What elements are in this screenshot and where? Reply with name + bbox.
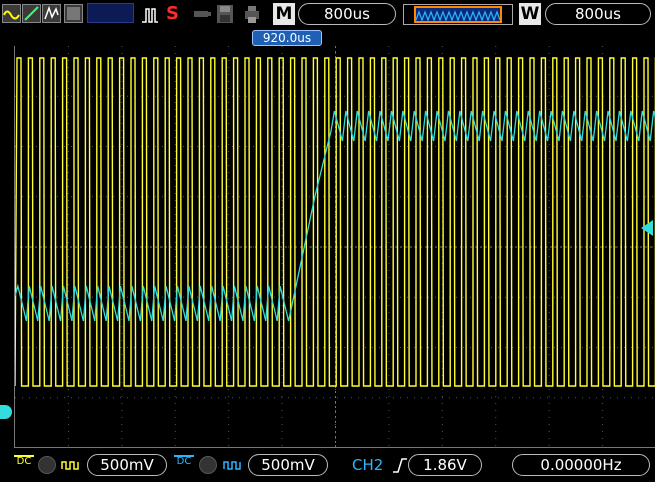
trigger-position-label: 920.0us: [252, 30, 322, 46]
window-timebase-display[interactable]: 800us: [545, 3, 651, 25]
stop-status-icon[interactable]: S: [166, 3, 184, 25]
save-disk-icon[interactable]: [216, 4, 234, 24]
ch2-coupling[interactable]: DC: [174, 455, 194, 475]
ch1-bandwidth-icon: [60, 455, 82, 475]
ch2-invert-icon: [199, 456, 217, 474]
ch2-bandwidth-icon: [222, 455, 244, 475]
dots-mode-icon[interactable]: [22, 4, 41, 23]
ch1-scale[interactable]: 500mV: [87, 454, 167, 476]
usb-icon: [192, 6, 212, 22]
trigger-frequency: 0.00000Hz: [512, 454, 650, 476]
ch1-coupling[interactable]: DC: [14, 455, 34, 475]
window-mode-button[interactable]: W: [519, 3, 541, 25]
trigger-level[interactable]: 1.86V: [408, 454, 482, 476]
pulse-trigger-icon: [140, 5, 160, 25]
channel-ground-marker[interactable]: [0, 405, 12, 419]
ch1-invert-icon: [38, 456, 56, 474]
display-mode-icon[interactable]: [2, 4, 21, 23]
memory-waveform-preview: [415, 8, 501, 22]
waveform-canvas: [14, 46, 655, 448]
envelope-mode-icon[interactable]: [42, 4, 61, 23]
waveform-intensity-icon[interactable]: [64, 4, 83, 23]
trigger-source[interactable]: CH2: [352, 454, 392, 476]
acquisition-status-box: [87, 3, 134, 23]
waveform-display: [14, 46, 655, 448]
horizontal-mode-button[interactable]: M: [273, 3, 295, 25]
rising-edge-icon: [392, 456, 408, 474]
ch2-scale[interactable]: 500mV: [248, 454, 328, 476]
printer-icon[interactable]: [244, 4, 260, 24]
timebase-display[interactable]: 800us: [298, 3, 396, 25]
trigger-level-marker[interactable]: [641, 220, 653, 236]
